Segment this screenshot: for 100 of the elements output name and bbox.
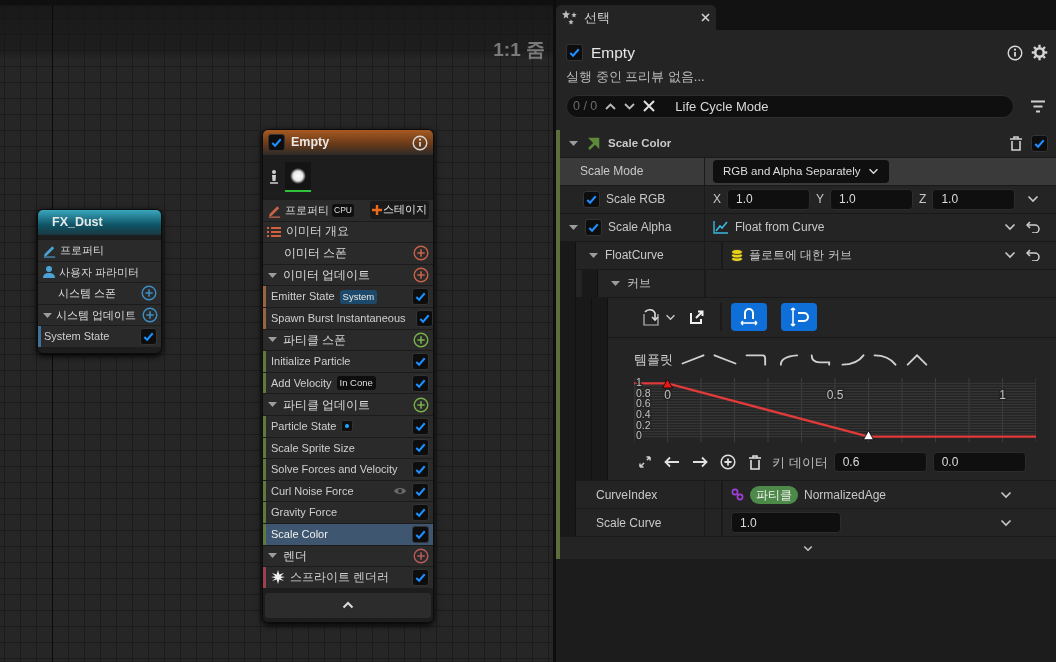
node-title: Empty bbox=[291, 134, 330, 152]
number-field[interactable]: 1.0 bbox=[731, 512, 841, 534]
next-button[interactable] bbox=[624, 102, 636, 110]
emitter-node[interactable] bbox=[262, 129, 434, 623]
module-row[interactable]: Curl Noise Force bbox=[263, 479, 433, 502]
checkbox[interactable] bbox=[412, 460, 429, 478]
delete-icon[interactable] bbox=[1009, 135, 1023, 151]
fit-view-icon[interactable] bbox=[638, 455, 652, 470]
checkbox[interactable] bbox=[583, 190, 600, 208]
scale-mode-dropdown[interactable]: RGB and Alpha Separately bbox=[713, 159, 890, 183]
number-field[interactable]: 0.0 bbox=[932, 452, 1026, 473]
key-data-label: 키 데이터 bbox=[772, 453, 828, 472]
number-field[interactable]: 0.6 bbox=[833, 452, 927, 473]
list-icon bbox=[267, 225, 281, 238]
figure-icon bbox=[269, 169, 279, 185]
checkbox[interactable] bbox=[412, 525, 429, 543]
stage-label: 이미터 스폰 bbox=[284, 245, 348, 263]
namespace-pill: 파티클 bbox=[750, 485, 798, 504]
curve-graph-icon bbox=[713, 220, 729, 235]
module-row[interactable]: Scale Color bbox=[263, 522, 433, 545]
module-row[interactable]: Solve Forces and Velocity bbox=[263, 458, 433, 480]
checkbox[interactable] bbox=[140, 328, 157, 346]
info-icon[interactable] bbox=[1007, 44, 1023, 61]
search-field[interactable]: 0 / 0 Life Cycle Mode bbox=[566, 94, 1014, 118]
search-input[interactable]: Life Cycle Mode bbox=[663, 96, 1007, 117]
panel-tab[interactable]: 선택 bbox=[556, 5, 716, 30]
add-key-icon[interactable] bbox=[720, 454, 736, 471]
reset-icon[interactable] bbox=[1026, 221, 1040, 234]
axis-label: X bbox=[713, 191, 721, 209]
row-label: 이미터 개요 bbox=[286, 224, 350, 240]
module-row[interactable]: Particle State bbox=[263, 414, 433, 437]
stage-label: 렌더 bbox=[283, 547, 307, 565]
user-icon bbox=[42, 264, 56, 279]
checkbox[interactable] bbox=[585, 218, 602, 236]
eye-icon[interactable] bbox=[393, 486, 407, 496]
close-icon[interactable] bbox=[701, 13, 710, 22]
checkbox[interactable] bbox=[412, 374, 429, 392]
module-arrow-icon bbox=[587, 136, 600, 150]
checkbox[interactable] bbox=[412, 288, 429, 306]
checkbox[interactable] bbox=[415, 309, 433, 327]
curve-template-icon[interactable] bbox=[905, 352, 929, 367]
curve-key[interactable] bbox=[863, 430, 874, 441]
delete-icon[interactable] bbox=[748, 454, 762, 470]
zoom-label: 1:1 줌 bbox=[493, 38, 545, 62]
add-icon[interactable] bbox=[413, 396, 429, 413]
module-row[interactable]: Emitter State System bbox=[263, 285, 433, 307]
checkbox[interactable] bbox=[412, 568, 429, 586]
checkbox[interactable] bbox=[412, 504, 429, 522]
module-row[interactable]: Add Velocity In Cone bbox=[263, 371, 433, 394]
add-icon[interactable] bbox=[413, 267, 429, 284]
y-tick-label: 0.6 bbox=[636, 397, 651, 410]
info-icon[interactable] bbox=[412, 134, 428, 151]
expand-button[interactable] bbox=[803, 544, 813, 552]
add-icon[interactable] bbox=[413, 245, 429, 262]
filter-icon[interactable] bbox=[1030, 99, 1046, 113]
curve-template-icon[interactable] bbox=[681, 352, 705, 367]
add-icon[interactable] bbox=[413, 547, 429, 564]
curve-import-icon bbox=[641, 307, 661, 328]
previous-button[interactable] bbox=[605, 102, 617, 110]
external-link-icon[interactable] bbox=[690, 310, 704, 325]
reset-icon[interactable] bbox=[1026, 249, 1040, 262]
checkbox[interactable] bbox=[412, 352, 429, 370]
checkbox[interactable] bbox=[566, 44, 583, 62]
axis-label: Z bbox=[919, 191, 927, 209]
curve-template-icon[interactable] bbox=[777, 352, 801, 367]
vertical-snap-toggle[interactable] bbox=[781, 303, 817, 332]
checkbox[interactable] bbox=[412, 417, 429, 435]
import-curve-button[interactable] bbox=[641, 307, 676, 328]
previous-key-icon[interactable] bbox=[664, 456, 680, 469]
module-row[interactable]: Initialize Particle bbox=[263, 350, 433, 372]
status-text: 실행 중인 프리뷰 없음... bbox=[566, 68, 706, 87]
checkbox[interactable] bbox=[268, 134, 285, 151]
module-row[interactable]: Scale Sprite Size bbox=[263, 436, 433, 459]
curve-chart[interactable]: 0 0.2 0.4 0.6 0.8 1 0 0.5 1 bbox=[634, 378, 1036, 443]
add-stage-button[interactable]: 스테이지 bbox=[370, 201, 429, 220]
add-icon[interactable] bbox=[142, 307, 159, 324]
number-field[interactable]: 1.0 bbox=[830, 188, 914, 210]
clear-button[interactable] bbox=[643, 100, 656, 113]
system-node[interactable]: FX_Dust 프로퍼티 사용자 파라미터 시스템 스폰 시스템 업데이트 System State bbox=[37, 209, 162, 354]
add-icon[interactable] bbox=[413, 331, 429, 348]
curve-template-icon[interactable] bbox=[841, 352, 865, 367]
axis-label: Y bbox=[816, 191, 825, 209]
property-value: NormalizedAge bbox=[804, 486, 887, 504]
number-field[interactable]: 1.0 bbox=[932, 188, 1016, 210]
curve-template-icon[interactable] bbox=[809, 352, 833, 367]
curve-template-icon[interactable] bbox=[745, 352, 769, 367]
add-icon[interactable] bbox=[141, 285, 157, 302]
curve-template-icon[interactable] bbox=[873, 352, 897, 367]
checkbox[interactable] bbox=[412, 439, 429, 457]
module-row[interactable]: System State bbox=[38, 325, 161, 347]
next-key-icon[interactable] bbox=[692, 456, 708, 469]
cpu-label: CPU bbox=[332, 203, 354, 217]
curve-template-icon[interactable] bbox=[713, 352, 737, 367]
number-field[interactable]: 1.0 bbox=[727, 188, 810, 210]
checkbox[interactable] bbox=[1031, 134, 1048, 152]
settings-icon[interactable] bbox=[1031, 44, 1048, 62]
horizontal-snap-toggle[interactable] bbox=[731, 303, 767, 332]
checkbox[interactable] bbox=[412, 482, 429, 500]
module-row[interactable]: Spawn Burst Instantaneous bbox=[263, 306, 433, 329]
module-row[interactable]: Gravity Force bbox=[263, 501, 433, 523]
